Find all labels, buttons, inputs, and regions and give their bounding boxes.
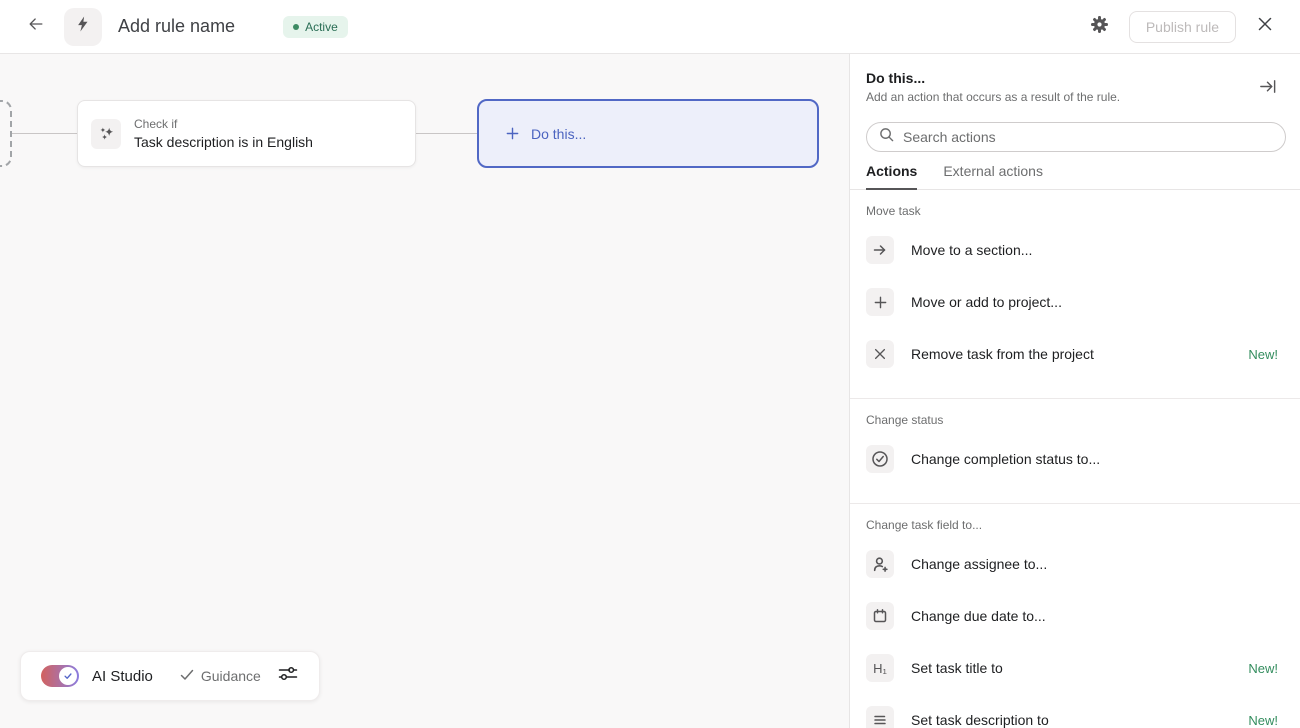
- action-section: Change status Change completion status t…: [850, 399, 1300, 504]
- do-this-label: Do this...: [531, 126, 586, 142]
- status-badge: Active: [283, 16, 348, 38]
- action-section: Move task Move to a section... Move or a…: [850, 190, 1300, 399]
- action-item[interactable]: Remove task from the project New!: [866, 334, 1284, 374]
- search-actions-box[interactable]: [866, 122, 1286, 152]
- section-items: Change completion status to...: [866, 439, 1284, 479]
- action-tabs: Actions External actions: [850, 163, 1300, 190]
- gear-icon: [1090, 15, 1109, 39]
- ghost-trigger-node[interactable]: [0, 100, 12, 167]
- arrow-right-icon: [866, 236, 894, 264]
- collapse-panel-button[interactable]: [1256, 78, 1278, 100]
- section-items: Change assignee to... Change due date to…: [866, 544, 1284, 728]
- action-panel-header: Do this... Add an action that occurs as …: [850, 54, 1300, 104]
- action-item[interactable]: Change completion status to...: [866, 439, 1284, 479]
- settings-button[interactable]: [1087, 14, 1113, 40]
- action-item[interactable]: Change assignee to...: [866, 544, 1284, 584]
- topbar: Add rule name Active Publish rule: [0, 0, 1300, 54]
- trigger-label: Task description is in English: [134, 134, 313, 150]
- trigger-kicker: Check if: [134, 117, 313, 131]
- panel-subtitle: Add an action that occurs as a result of…: [866, 90, 1284, 104]
- section-items: Move to a section... Move or add to proj…: [866, 230, 1284, 374]
- check-icon: [180, 668, 194, 684]
- connector-line: [12, 133, 77, 134]
- guidance-label: Guidance: [201, 668, 261, 684]
- trigger-card-text: Check if Task description is in English: [134, 117, 313, 150]
- action-item-label: Change completion status to...: [911, 451, 1100, 467]
- rule-icon-box: [64, 8, 102, 46]
- action-item-label: Set task description to: [911, 712, 1049, 728]
- search-actions-input[interactable]: [903, 129, 1273, 145]
- new-badge: New!: [1248, 347, 1284, 362]
- publish-rule-button[interactable]: Publish rule: [1129, 11, 1236, 43]
- section-label: Change task field to...: [866, 518, 1284, 532]
- close-button[interactable]: [1254, 16, 1276, 38]
- action-item[interactable]: Change due date to...: [866, 596, 1284, 636]
- search-icon: [879, 127, 894, 147]
- back-button[interactable]: [24, 15, 48, 39]
- action-item-label: Change assignee to...: [911, 556, 1047, 572]
- toggle-knob: [59, 667, 77, 685]
- close-icon: [1257, 16, 1273, 37]
- action-item[interactable]: Move or add to project...: [866, 282, 1284, 322]
- lightning-bolt-icon: [74, 15, 92, 38]
- rule-canvas: Check if Task description is in English …: [0, 54, 849, 728]
- action-item[interactable]: Move to a section...: [866, 230, 1284, 270]
- connector-line: [416, 133, 477, 134]
- person-plus-icon: [866, 550, 894, 578]
- section-label: Move task: [866, 204, 1284, 218]
- status-dot-icon: [293, 24, 299, 30]
- tab-actions[interactable]: Actions: [866, 163, 917, 190]
- calendar-icon: [866, 602, 894, 630]
- plus-icon: [866, 288, 894, 316]
- ai-settings-button[interactable]: [277, 665, 299, 687]
- action-item-label: Move to a section...: [911, 242, 1032, 258]
- ai-studio-toggle[interactable]: [41, 665, 79, 687]
- action-item[interactable]: H₁ Set task title to New!: [866, 648, 1284, 688]
- sliders-icon: [278, 666, 298, 686]
- action-sections: Move task Move to a section... Move or a…: [850, 190, 1300, 728]
- action-item[interactable]: Set task description to New!: [866, 700, 1284, 728]
- arrow-left-icon: [26, 14, 46, 39]
- h1-icon: H₁: [866, 654, 894, 682]
- rule-name-title[interactable]: Add rule name: [118, 16, 235, 37]
- collapse-right-icon: [1258, 77, 1277, 101]
- ai-studio-label: AI Studio: [92, 668, 153, 685]
- trigger-card[interactable]: Check if Task description is in English: [77, 100, 416, 167]
- check-circle-icon: [866, 445, 894, 473]
- action-section: Change task field to... Change assignee …: [850, 504, 1300, 728]
- action-item-label: Move or add to project...: [911, 294, 1062, 310]
- action-item-label: Change due date to...: [911, 608, 1046, 624]
- guidance-button[interactable]: Guidance: [180, 668, 261, 684]
- new-badge: New!: [1248, 661, 1284, 676]
- section-label: Change status: [866, 413, 1284, 427]
- sparkles-icon: [91, 119, 121, 149]
- action-panel: Do this... Add an action that occurs as …: [849, 54, 1300, 728]
- x-icon: [866, 340, 894, 368]
- new-badge: New!: [1248, 713, 1284, 728]
- action-item-label: Set task title to: [911, 660, 1003, 676]
- do-this-card[interactable]: Do this...: [477, 99, 819, 168]
- lines-icon: [866, 706, 894, 728]
- tab-external-actions[interactable]: External actions: [943, 163, 1043, 189]
- panel-title: Do this...: [866, 70, 1284, 86]
- status-badge-label: Active: [305, 20, 338, 34]
- action-item-label: Remove task from the project: [911, 346, 1094, 362]
- ai-studio-pill: AI Studio Guidance: [20, 651, 320, 701]
- plus-icon: [505, 126, 520, 141]
